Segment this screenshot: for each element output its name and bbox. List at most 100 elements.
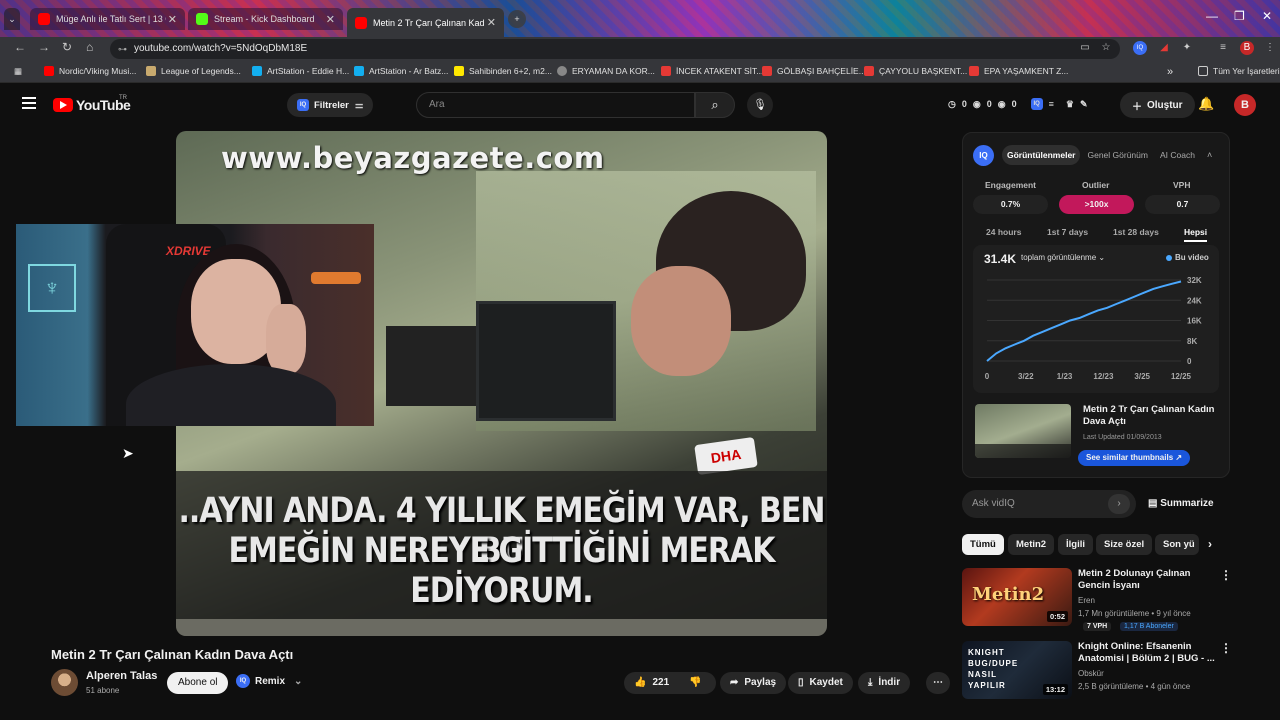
- search-input[interactable]: Ara: [416, 92, 695, 118]
- bookmark-star-icon[interactable]: ☆: [1099, 41, 1113, 55]
- more-options-icon[interactable]: ⋮: [1220, 641, 1232, 655]
- more-actions-icon[interactable]: ⋯: [926, 672, 950, 694]
- search-icon[interactable]: ⌕: [695, 92, 735, 118]
- youtube-logo[interactable]: YouTube TR: [53, 95, 131, 113]
- vidiq-extension-icon[interactable]: IQ: [1133, 41, 1147, 55]
- subscribe-button[interactable]: Abone ol: [167, 672, 229, 694]
- extension-icon[interactable]: ◢: [1157, 41, 1171, 55]
- remix-button[interactable]: IQ Remix ⌄: [236, 674, 302, 688]
- bookmark-item[interactable]: GÖLBAŞI BAHÇELİE...: [762, 66, 866, 76]
- tab-1[interactable]: Müge Anlı ile Tatlı Sert | 13 Ocak ✕: [30, 8, 185, 30]
- trophy-icon[interactable]: ♛: [1066, 99, 1074, 110]
- bookmark-item[interactable]: ArtStation - Ar Batz...: [354, 66, 448, 76]
- bookmarks-overflow-icon[interactable]: »: [1167, 66, 1173, 78]
- share-button[interactable]: ➦ Paylaş: [720, 672, 787, 694]
- list-icon[interactable]: ≡: [1049, 99, 1054, 109]
- chip-recent[interactable]: Son yü: [1155, 534, 1199, 555]
- browser-menu-icon[interactable]: ⋮: [1263, 41, 1277, 55]
- related-thumbnail[interactable]: [975, 404, 1071, 458]
- recommendation-item[interactable]: Metin2 0:52 Metin 2 Dolunayı Çalınan Gen…: [962, 568, 1262, 631]
- media-icon[interactable]: ≡: [1216, 41, 1230, 55]
- bookmark-item[interactable]: ArtStation - Eddie H...: [252, 66, 349, 76]
- close-window-icon[interactable]: ✕: [1262, 9, 1272, 23]
- dislike-icon[interactable]: 👎: [689, 672, 701, 694]
- account-avatar[interactable]: B: [1234, 94, 1256, 116]
- back-icon[interactable]: ←: [14, 40, 26, 54]
- close-tab-icon[interactable]: ✕: [168, 13, 177, 26]
- chip-for-you[interactable]: Size özel: [1096, 534, 1153, 555]
- sahibinden-icon: [454, 66, 464, 76]
- tab-3-active[interactable]: Metin 2 Tr Çarı Çalınan Kadın Dava Açtı …: [347, 8, 504, 37]
- address-bar[interactable]: ⊶ youtube.com/watch?v=5NdOqDbM18E: [110, 39, 1120, 59]
- home-icon[interactable]: ⌂: [86, 40, 93, 54]
- menu-icon[interactable]: [22, 97, 36, 109]
- extensions-puzzle-icon[interactable]: ✦: [1180, 41, 1194, 55]
- tab-views[interactable]: Görüntülenmeler: [1002, 145, 1081, 165]
- filters-button[interactable]: IQ Filtreler ⚌: [287, 93, 374, 117]
- tab-overview[interactable]: Genel Görünüm: [1082, 145, 1152, 165]
- bookmark-item[interactable]: ERYAMAN DA KOR...: [557, 66, 655, 76]
- league-icon: [146, 66, 156, 76]
- all-bookmarks[interactable]: Tüm Yer İşaretleri: [1198, 66, 1280, 76]
- recommendation-item[interactable]: KNIGHT BUG/DUPE NASIL YAPILIR 13:12 Knig…: [962, 641, 1262, 701]
- more-options-icon[interactable]: ⋮: [1220, 568, 1232, 582]
- close-tab-icon[interactable]: ✕: [326, 13, 335, 26]
- reload-icon[interactable]: ↻: [62, 40, 72, 54]
- summarize-button[interactable]: ▤ Summarize: [1148, 498, 1214, 509]
- similar-thumbnails-button[interactable]: See similar thumbnails ↗: [1078, 450, 1191, 466]
- notifications-bell-icon[interactable]: 🔔: [1198, 96, 1214, 112]
- bookmark-item[interactable]: EPA YAŞAMKENT Z...: [969, 66, 1068, 76]
- chevron-right-icon[interactable]: ›: [1208, 537, 1212, 551]
- rec-thumbnail[interactable]: KNIGHT BUG/DUPE NASIL YAPILIR 13:12: [962, 641, 1072, 699]
- rec-channel[interactable]: Eren: [1078, 596, 1095, 605]
- restore-icon[interactable]: ❐: [1234, 9, 1245, 23]
- edit-icon[interactable]: ✎: [1080, 99, 1088, 110]
- tab-2[interactable]: Stream - Kick Dashboard ✕: [188, 8, 343, 30]
- chip-all[interactable]: Tümü: [962, 534, 1004, 555]
- tab-search-button[interactable]: ⌄: [4, 8, 20, 30]
- channel-name[interactable]: Alperen Talas: [86, 670, 157, 682]
- range-all[interactable]: Hepsi: [1184, 227, 1208, 242]
- y-tick-label: 0: [1187, 357, 1192, 366]
- bookmark-item[interactable]: Sahibinden 6+2, m2...: [454, 66, 552, 76]
- save-button[interactable]: ▯ Kaydet: [788, 672, 853, 694]
- rec-title[interactable]: Knight Online: Efsanenin Anatomisi | Böl…: [1078, 641, 1218, 665]
- profile-avatar[interactable]: B: [1240, 41, 1254, 55]
- minimize-icon[interactable]: —: [1206, 9, 1218, 23]
- y-tick-label: 24K: [1187, 296, 1202, 305]
- microphone-icon[interactable]: 🎙: [747, 92, 773, 118]
- download-button[interactable]: ⤓ İndir: [858, 672, 911, 694]
- cast-icon[interactable]: ▭: [1078, 41, 1092, 55]
- tab-ai-coach[interactable]: AI Coach: [1155, 145, 1200, 165]
- bookmark-item[interactable]: İNCEK ATAKENT SİT...: [661, 66, 763, 76]
- like-count[interactable]: 221: [652, 672, 669, 694]
- legend-dot-icon: [1166, 255, 1172, 261]
- related-title[interactable]: Metin 2 Tr Çarı Çalınan Kadın Dava Açtı: [1083, 404, 1218, 428]
- send-arrow-icon[interactable]: ›: [1108, 494, 1130, 514]
- rec-title[interactable]: Metin 2 Dolunayı Çalınan Gencin İsyanı: [1078, 568, 1218, 592]
- rec-channel[interactable]: Obskür: [1078, 669, 1104, 678]
- vidiq-icon[interactable]: IQ: [1030, 98, 1043, 110]
- forward-icon[interactable]: →: [38, 40, 50, 54]
- bookmark-item[interactable]: League of Legends...: [146, 66, 241, 76]
- close-tab-icon[interactable]: ✕: [487, 16, 496, 29]
- new-tab-button[interactable]: +: [508, 10, 526, 28]
- range-7d[interactable]: 1st 7 days: [1047, 227, 1088, 237]
- apps-grid-icon[interactable]: ▦: [14, 66, 22, 77]
- chip-related[interactable]: İlgili: [1058, 534, 1093, 555]
- range-24h[interactable]: 24 hours: [986, 227, 1021, 237]
- vidiq-header-stats: ◷ 0 ◉ 0 ◉ 0 IQ ≡ ♛ ✎: [948, 98, 1088, 110]
- metric-dropdown[interactable]: toplam görüntülenme ⌄: [1021, 253, 1105, 262]
- channel-avatar[interactable]: [51, 669, 78, 696]
- collapse-icon[interactable]: ˄: [1207, 150, 1212, 160]
- create-button[interactable]: ＋ Oluştur: [1120, 92, 1195, 118]
- engagement-label: Engagement: [985, 180, 1037, 190]
- site-info-icon[interactable]: ⊶: [118, 39, 127, 59]
- chip-metin2[interactable]: Metin2: [1008, 534, 1055, 555]
- like-icon[interactable]: 👍: [634, 672, 646, 694]
- series-line-bu-video: [986, 280, 1182, 362]
- rec-thumbnail[interactable]: Metin2 0:52: [962, 568, 1072, 626]
- range-28d[interactable]: 1st 28 days: [1113, 227, 1159, 237]
- bookmark-item[interactable]: ÇAYYOLU BAŞKENT...: [864, 66, 967, 76]
- bookmark-item[interactable]: Nordic/Viking Musi...: [44, 66, 136, 76]
